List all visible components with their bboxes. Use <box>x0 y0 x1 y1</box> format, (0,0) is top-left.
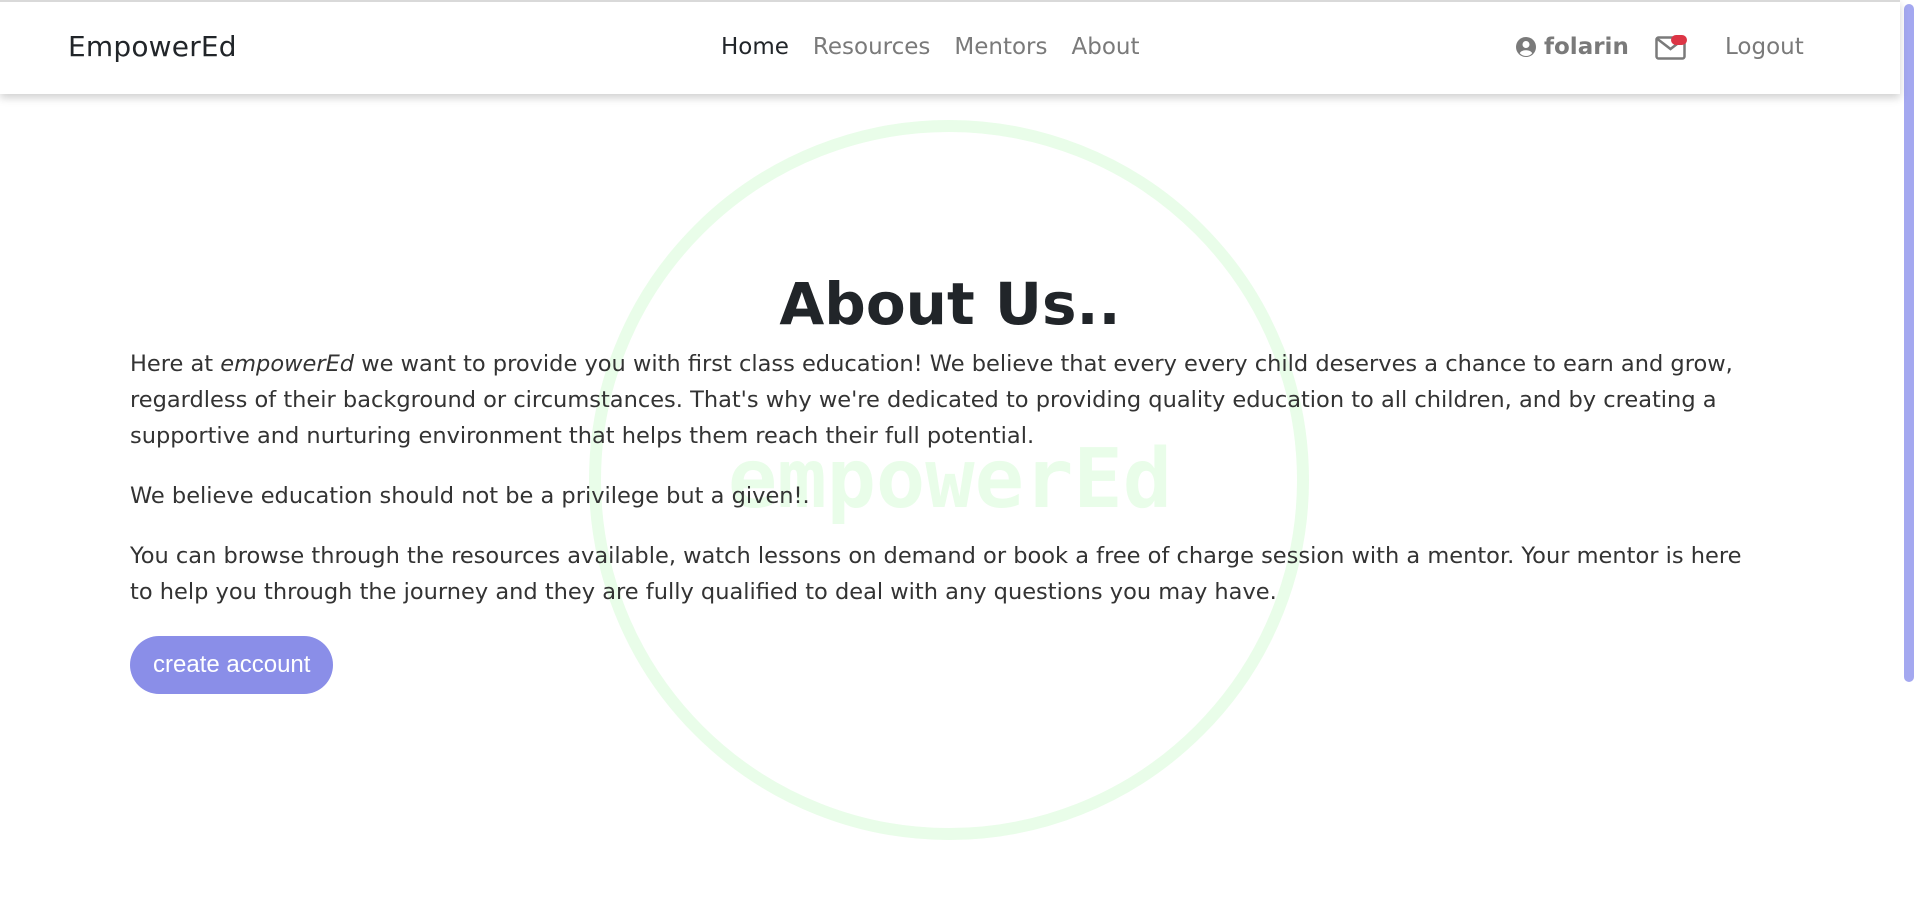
intro-prefix: Here at <box>130 351 221 377</box>
user-menu[interactable]: folarin <box>1516 34 1629 60</box>
page-scrollbar[interactable] <box>1903 0 1915 900</box>
notification-badge <box>1671 35 1687 45</box>
brand-logo[interactable]: EmpowerEd <box>68 30 237 63</box>
page: empowerEd EmpowerEd Home Resources Mento… <box>0 0 1915 900</box>
nav-links: Home Resources Mentors About <box>721 34 1140 60</box>
create-account-button[interactable]: create account <box>130 636 334 694</box>
mail-button[interactable] <box>1655 32 1689 62</box>
logout-link[interactable]: Logout <box>1725 34 1804 60</box>
nav-about[interactable]: About <box>1072 34 1140 60</box>
about-section: About Us.. Here at empowerEd we want to … <box>130 262 1770 694</box>
scrollbar-thumb[interactable] <box>1904 4 1914 682</box>
resources-paragraph: You can browse through the resources ava… <box>130 543 1742 605</box>
intro-paragraph: Here at empowerEd we want to provide you… <box>130 346 1770 454</box>
intro-brand: empowerEd <box>220 351 355 377</box>
username-label: folarin <box>1544 34 1629 60</box>
intro-rest: we want to provide you with first class … <box>130 351 1733 449</box>
nav-mentors[interactable]: Mentors <box>954 34 1047 60</box>
belief-paragraph: We believe education should not be a pri… <box>130 483 810 509</box>
user-circle-icon <box>1516 37 1536 57</box>
nav-home[interactable]: Home <box>721 34 789 60</box>
nav-resources[interactable]: Resources <box>813 34 930 60</box>
page-title: About Us.. <box>779 270 1121 338</box>
top-navbar: EmpowerEd Home Resources Mentors About f… <box>0 0 1900 94</box>
